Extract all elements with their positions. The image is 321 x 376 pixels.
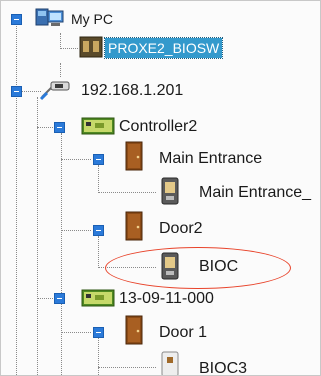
tree-line bbox=[37, 298, 55, 299]
collapse-toggle[interactable] bbox=[93, 225, 104, 236]
device-icon bbox=[79, 36, 103, 63]
collapse-toggle[interactable] bbox=[54, 293, 65, 304]
highlight-annotation-ellipse bbox=[105, 247, 291, 289]
tree-node-my-pc[interactable]: My PC bbox=[71, 9, 113, 29]
tree-line bbox=[98, 236, 99, 268]
tree-line bbox=[37, 97, 38, 375]
tree-line bbox=[98, 367, 156, 368]
tree-node-controller2[interactable]: Controller2 bbox=[119, 117, 197, 137]
device-tree-panel: My PC PROXE2_BIOSW 192.168.1.201 Control… bbox=[0, 0, 321, 376]
reader-icon bbox=[161, 177, 179, 210]
tree-node-door1[interactable]: Door 1 bbox=[159, 323, 207, 343]
reader-icon bbox=[161, 351, 179, 375]
tree-line bbox=[61, 332, 91, 333]
tree-line bbox=[21, 91, 41, 92]
controller-board-icon bbox=[81, 289, 115, 312]
collapse-toggle[interactable] bbox=[93, 154, 104, 165]
collapse-toggle[interactable] bbox=[11, 14, 22, 25]
door-icon bbox=[125, 141, 143, 176]
tree-node-controller-13-09-11-000[interactable]: 13-09-11-000 bbox=[119, 289, 214, 309]
tree-line bbox=[61, 304, 62, 375]
tree-line bbox=[61, 159, 91, 160]
tree-node-door2[interactable]: Door2 bbox=[159, 219, 203, 239]
tree-line bbox=[98, 165, 99, 193]
collapse-toggle[interactable] bbox=[93, 327, 104, 338]
tree-line bbox=[60, 48, 78, 49]
tree-line bbox=[60, 63, 61, 77]
computer-icon bbox=[35, 7, 65, 36]
door-icon bbox=[125, 315, 143, 350]
collapse-toggle[interactable] bbox=[11, 86, 22, 97]
tree-line bbox=[98, 192, 156, 193]
tree-node-main-entrance[interactable]: Main Entrance bbox=[159, 149, 262, 169]
collapse-toggle[interactable] bbox=[54, 122, 65, 133]
tree-node-bioc3[interactable]: BIOC3 bbox=[199, 359, 247, 375]
tree-line bbox=[16, 23, 17, 375]
tree-node-main-entrance-reader[interactable]: Main Entrance_ bbox=[199, 183, 311, 203]
tree-line bbox=[61, 230, 91, 231]
tree-line bbox=[37, 127, 55, 128]
network-connection-icon bbox=[39, 79, 73, 108]
tree-node-ip-address[interactable]: 192.168.1.201 bbox=[81, 81, 183, 101]
controller-board-icon bbox=[81, 117, 115, 140]
tree-node-proxe2-biosw[interactable]: PROXE2_BIOSW bbox=[103, 37, 224, 59]
door-icon bbox=[125, 211, 143, 246]
tree-line bbox=[98, 338, 99, 375]
